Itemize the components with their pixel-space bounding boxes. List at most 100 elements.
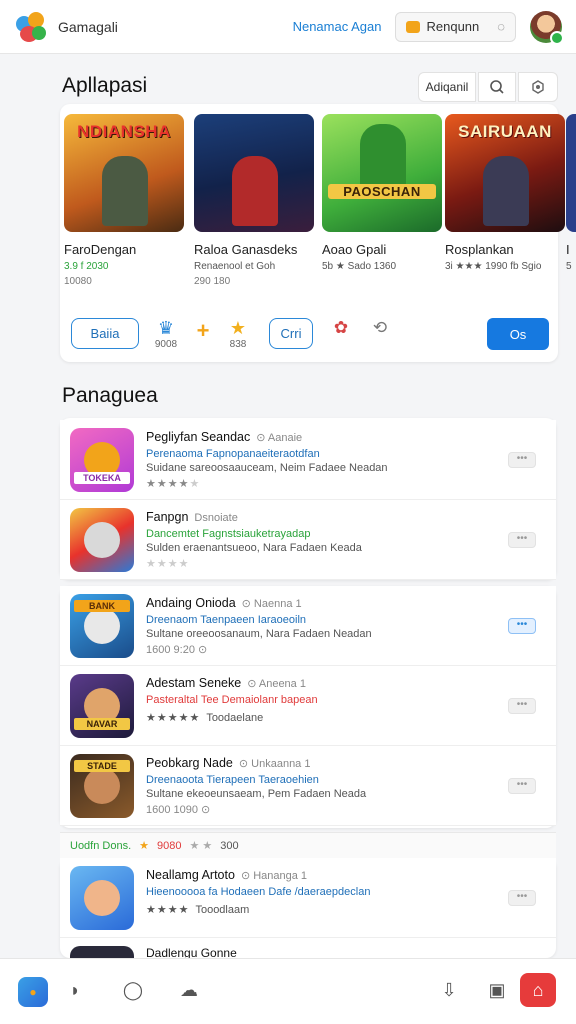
game-meta: 3i ★★★ 1990 fb Sgio [445, 261, 542, 272]
item-subdesc: Sultane ekeoeunsaeam, Pem Fadaen Neada [146, 788, 367, 800]
item-rating: ★★★★★ [146, 478, 201, 490]
mini-action[interactable]: ♛ 9008 [152, 318, 180, 350]
item-subdesc: Suidane sareoosaauceam, Neim Fadaee Nead… [146, 462, 388, 474]
game-meta2: 10080 [64, 276, 92, 287]
strip-rating: 9080 [157, 839, 182, 852]
item-title: Neallamg Artoto ⊙ Hananga 1 [146, 868, 308, 882]
settings-icon[interactable] [518, 72, 558, 102]
category-pill[interactable]: Baiia [71, 318, 139, 349]
game-cover [194, 114, 314, 232]
star-icon: ★ [229, 318, 247, 338]
list-item[interactable]: TOKEKA Pegliyfan Seandac ⊙ Aanaie Perenao… [60, 420, 556, 500]
more-button[interactable]: ••• [508, 452, 536, 468]
headphone-icon[interactable]: ◗ [62, 977, 88, 1003]
flower-icon[interactable]: ✿ [330, 318, 352, 338]
star-icon: ★ ★ [189, 840, 213, 852]
coin-icon [406, 20, 421, 33]
more-button[interactable]: ••• [508, 778, 536, 794]
game-name: FaroDengan [64, 242, 137, 257]
more-button[interactable]: ••• [508, 532, 536, 548]
game-tile-partial[interactable]: I 5 [566, 114, 576, 276]
item-desc: Dreenaoota Tierapeen Taeraoehien [146, 774, 319, 786]
cloud-icon[interactable]: ☁ [176, 977, 202, 1003]
more-button[interactable]: ••• [508, 890, 536, 906]
more-button[interactable]: ••• [508, 618, 536, 634]
item-title: Adestam Seneke ⊙ Aneena 1 [146, 676, 306, 690]
game-name: Raloa Ganasdeks [194, 242, 298, 257]
item-desc: Pasteraltal Tee Demaiolanr bapean [146, 694, 318, 706]
plus-icon[interactable]: + [192, 318, 214, 344]
game-meta: 5 [566, 261, 572, 272]
partial-title: Dadlengu Gonne [146, 946, 237, 958]
category-pill[interactable]: Crri [269, 318, 313, 349]
currency-button[interactable]: Renqunn ◌ [395, 11, 516, 42]
game-meta2: 290 180 [194, 276, 231, 287]
strip-label: Uodfn Dons. [70, 839, 132, 852]
app-icon-partial [70, 946, 134, 958]
app-logo-icon[interactable] [14, 10, 48, 44]
item-title: Peobkarg Nade ⊙ Unkaanna 1 [146, 756, 311, 770]
mini-action[interactable]: ★ 838 [226, 318, 250, 350]
chat-icon: ◌ [497, 19, 505, 34]
bottom-nav: ● ◗ ◯ ☁ ⇩ ▣ ⌂ [0, 958, 576, 1024]
home-icon[interactable]: ● [18, 977, 48, 1007]
store-icon[interactable]: ⌂ [520, 973, 556, 1007]
currency-button-label: Renqunn [426, 19, 480, 34]
item-title: Pegliyfan Seandac ⊙ Aanaie [146, 430, 303, 444]
game-tile[interactable]: SAIRUAAN Rosplankan 3i ★★★ 1990 fb Sgio [445, 114, 565, 276]
header-link[interactable]: Nenamac Agan [293, 19, 382, 34]
mini-action-label: 838 [229, 339, 247, 350]
crown-icon: ♛ [157, 318, 175, 338]
item-desc: Dreenaom Taenpaeen Iaraoeoiln [146, 614, 307, 626]
item-rating: ★★★★★ Toodaelane [146, 712, 264, 724]
search-icon[interactable] [478, 72, 516, 102]
filter-button[interactable]: Adiqanil [418, 72, 476, 102]
game-cover [566, 114, 576, 232]
game-cover: PAOSCHAN [322, 114, 442, 232]
list-item[interactable]: STADE Peobkarg Nade ⊙ Unkaanna 1 Dreenaoo… [60, 746, 556, 826]
strip-count: 300 [220, 839, 239, 852]
star-icon: ★ [139, 840, 150, 852]
item-stats: 1600 9:20 ⊙ [146, 644, 208, 656]
item-rating: ★★★★ [146, 558, 190, 570]
more-button[interactable]: ••• [508, 698, 536, 714]
avatar[interactable] [530, 10, 564, 45]
rating-strip: Uodfn Dons. ★ 9080 ★ ★ 300 [60, 832, 556, 858]
item-subdesc: Sulden eraenantsueoo, Nara Fadaen Keada [146, 542, 362, 554]
cover-title: PAOSCHAN [328, 184, 436, 199]
app-icon: STADE [70, 754, 134, 818]
game-tile[interactable]: PAOSCHAN Aoao Gpali 5b ★ Sado 1360 [322, 114, 442, 276]
primary-button[interactable]: Os [487, 318, 549, 350]
game-meta: 5b ★ Sado 1360 [322, 261, 397, 272]
cover-title: SAIRUAAN [458, 122, 552, 141]
item-desc: Perenaoma Fapnopanaeiteraotdfan [146, 448, 320, 460]
item-stats: 1600 1090 ⊙ [146, 804, 211, 816]
app-icon: NAVAR [70, 674, 134, 738]
list-item[interactable]: Neallamg Artoto ⊙ Hananga 1 Hieenooooa fa… [60, 858, 556, 938]
item-rating: ★★★★ Tooodlaam [146, 904, 250, 916]
share-icon[interactable]: ⟲ [368, 318, 392, 338]
game-cover: NDIANSHA [64, 114, 184, 232]
game-name: Rosplankan [445, 242, 514, 257]
app-icon [70, 866, 134, 930]
app-name: Gamagali [58, 18, 118, 35]
game-tile[interactable]: NDIANSHA FaroDengan 3.9 f 2030 10080 [64, 114, 184, 287]
game-tile[interactable]: Raloa Ganasdeks Renaenool et Goh 290 180 [194, 114, 314, 287]
calendar-icon[interactable]: ▣ [484, 977, 510, 1003]
section-title-list: Panaguea [62, 384, 158, 407]
list-item[interactable]: NAVAR Adestam Seneke ⊙ Aneena 1 Pasteralt… [60, 666, 556, 746]
list-item[interactable]: BANK Andaing Onioda ⊙ Naenna 1 Dreenaom T… [60, 586, 556, 666]
game-name: Aoao Gpali [322, 242, 387, 257]
chat-bubble-icon[interactable]: ◯ [120, 977, 146, 1003]
download-icon[interactable]: ⇩ [436, 977, 462, 1003]
game-meta: Renaenool et Goh [194, 261, 276, 272]
cover-title: NDIANSHA [77, 122, 171, 141]
item-desc: Dancemtet Fagnstsiauketrayadap [146, 528, 311, 540]
item-title: Andaing Onioda ⊙ Naenna 1 [146, 596, 302, 610]
app-icon: TOKEKA [70, 428, 134, 492]
list-item[interactable]: Fanpgn Dsnoiate Dancemtet Fagnstsiauketra… [60, 500, 556, 580]
game-cover: SAIRUAAN [445, 114, 565, 232]
app-icon [70, 508, 134, 572]
item-subdesc: Sultane oreeoosanaum, Nara Fadaen Neadan [146, 628, 372, 640]
app-icon: BANK [70, 594, 134, 658]
